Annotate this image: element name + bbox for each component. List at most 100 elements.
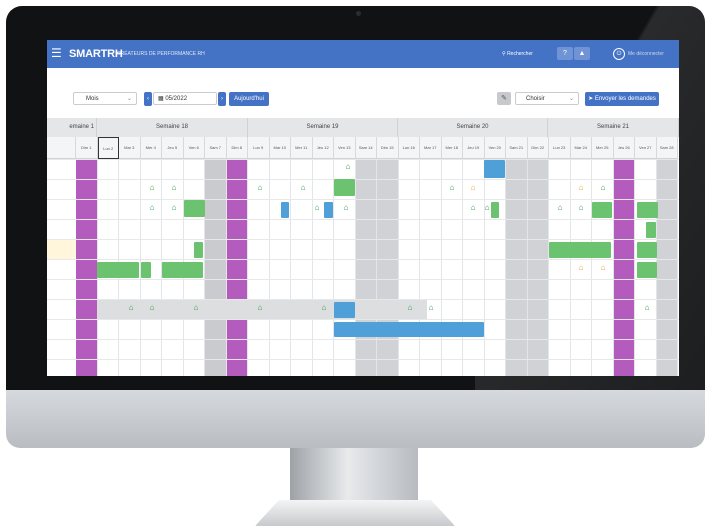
remote-work-icon[interactable]: ⌂ xyxy=(427,304,435,312)
planning-event[interactable] xyxy=(491,202,499,218)
edit-icon[interactable]: ✎ xyxy=(497,92,511,105)
remote-work-icon[interactable]: ⌂ xyxy=(320,304,328,312)
planning-event[interactable] xyxy=(97,262,139,278)
row-divider xyxy=(47,339,679,340)
planning-event[interactable] xyxy=(637,202,658,218)
planning-event[interactable] xyxy=(334,179,355,196)
day-header: Jeu 12 xyxy=(312,137,334,159)
planning-event[interactable] xyxy=(141,262,151,278)
prev-button[interactable]: ‹ xyxy=(144,92,152,106)
remote-work-icon[interactable]: ⌂ xyxy=(577,264,585,272)
planning-event[interactable] xyxy=(162,262,203,278)
day-header: Mar 24 xyxy=(570,137,592,159)
menu-icon[interactable]: ☰ xyxy=(51,47,62,59)
remote-work-icon[interactable]: ⌂ xyxy=(170,204,178,212)
choose-select[interactable]: Choisir ⌄ xyxy=(515,92,579,105)
send-requests-button[interactable]: ➤ Envoyer les demandes xyxy=(585,92,659,106)
remote-work-icon[interactable]: ⌂ xyxy=(469,204,477,212)
day-header: Mer 25 xyxy=(592,137,614,159)
row-divider xyxy=(47,359,679,360)
remote-work-icon[interactable]: ⌂ xyxy=(406,304,414,312)
remote-work-icon[interactable]: ⌂ xyxy=(256,304,264,312)
remote-work-icon[interactable]: ⌂ xyxy=(127,304,135,312)
planning-event[interactable] xyxy=(334,322,484,337)
planning-event[interactable] xyxy=(334,302,355,318)
day-header: Mer 18 xyxy=(441,137,463,159)
view-select[interactable]: Mois ⌄ xyxy=(73,92,137,105)
remote-work-icon[interactable]: ⌂ xyxy=(192,304,200,312)
remote-work-icon[interactable]: ⌂ xyxy=(256,184,264,192)
row-divider xyxy=(47,259,679,260)
day-header: Sam 7 xyxy=(205,137,227,159)
logout-link[interactable]: Me déconnecter xyxy=(628,51,664,57)
day-header: Jeu 19 xyxy=(463,137,485,159)
planning-event[interactable] xyxy=(637,262,657,278)
remote-work-icon[interactable]: ⌂ xyxy=(299,184,307,192)
day-column xyxy=(205,159,227,376)
day-column xyxy=(226,159,248,376)
remote-work-icon[interactable]: ⌂ xyxy=(577,204,585,212)
power-icon[interactable]: ⏻ xyxy=(613,48,625,60)
planning-event[interactable] xyxy=(637,242,657,258)
week-header-20: Semaine 20 xyxy=(398,118,548,137)
remote-work-icon[interactable]: ⌂ xyxy=(313,204,321,212)
notifications-button[interactable]: ▲ xyxy=(574,47,590,60)
remote-work-icon[interactable]: ⌂ xyxy=(448,184,456,192)
date-input[interactable]: ▦ 05/2022 xyxy=(153,92,217,105)
week-header-19: Semaine 19 xyxy=(248,118,398,137)
remote-work-icon[interactable]: ⌂ xyxy=(342,204,350,212)
day-header: Ven 13 xyxy=(334,137,356,159)
remote-work-icon[interactable]: ⌂ xyxy=(148,304,156,312)
planning-event[interactable] xyxy=(281,202,289,218)
day-header: Sam 21 xyxy=(506,137,528,159)
next-button[interactable]: › xyxy=(218,92,226,106)
remote-work-icon[interactable]: ⌂ xyxy=(344,163,352,171)
remote-work-icon[interactable]: ⌂ xyxy=(483,204,491,212)
day-header: Dim 8 xyxy=(226,137,248,159)
week-header-18: Semaine 18 xyxy=(97,118,248,137)
day-header: Lun 2 xyxy=(97,137,119,159)
remote-work-icon[interactable]: ⌂ xyxy=(599,264,607,272)
planning-event[interactable] xyxy=(194,242,203,258)
planning-event[interactable] xyxy=(592,202,612,218)
day-header: Sam 28 xyxy=(656,137,678,159)
remote-work-icon[interactable]: ⌂ xyxy=(148,184,156,192)
planning-grid: emaine 1 Semaine 18 Semaine 19 Semaine 2… xyxy=(47,118,679,376)
day-header: Lun 9 xyxy=(248,137,270,159)
day-header: Dim 22 xyxy=(527,137,549,159)
day-header: Jeu 5 xyxy=(162,137,184,159)
remote-work-icon[interactable]: ⌂ xyxy=(599,184,607,192)
day-column xyxy=(613,159,635,376)
day-column xyxy=(656,159,678,376)
chevron-down-icon: ⌄ xyxy=(126,96,132,102)
remote-work-icon[interactable]: ⌂ xyxy=(643,304,651,312)
help-button[interactable]: ? xyxy=(557,47,573,60)
date-value: 05/2022 xyxy=(165,96,188,102)
planning-event[interactable] xyxy=(184,200,205,217)
remote-work-icon[interactable]: ⌂ xyxy=(148,204,156,212)
row-divider xyxy=(47,159,679,160)
app-tagline: CRÉATEURS DE PERFORMANCE RH xyxy=(117,51,205,57)
row-divider xyxy=(47,319,679,320)
row-divider xyxy=(47,179,679,180)
remote-work-icon[interactable]: ⌂ xyxy=(556,204,564,212)
row-divider xyxy=(47,279,679,280)
remote-work-icon[interactable]: ⌂ xyxy=(170,184,178,192)
planning-event[interactable] xyxy=(324,202,333,218)
row-divider xyxy=(47,239,679,240)
send-requests-label: Envoyer les demandes xyxy=(594,96,656,102)
day-column xyxy=(420,159,442,376)
search-link[interactable]: ⚲ Rechercher xyxy=(502,51,533,57)
day-header: Jeu 26 xyxy=(613,137,635,159)
search-label: Rechercher xyxy=(507,51,533,57)
day-header: Ven 27 xyxy=(635,137,657,159)
remote-work-icon[interactable]: ⌂ xyxy=(577,184,585,192)
planning-event[interactable] xyxy=(549,242,611,258)
chevron-down-icon: ⌄ xyxy=(568,96,574,102)
week-header-17: emaine 1 xyxy=(47,118,97,137)
planning-event[interactable] xyxy=(484,160,505,178)
remote-work-icon[interactable]: ⌂ xyxy=(469,184,477,192)
day-column xyxy=(399,159,420,376)
planning-event[interactable] xyxy=(646,222,656,238)
today-button[interactable]: Aujourd'hui xyxy=(229,92,269,106)
